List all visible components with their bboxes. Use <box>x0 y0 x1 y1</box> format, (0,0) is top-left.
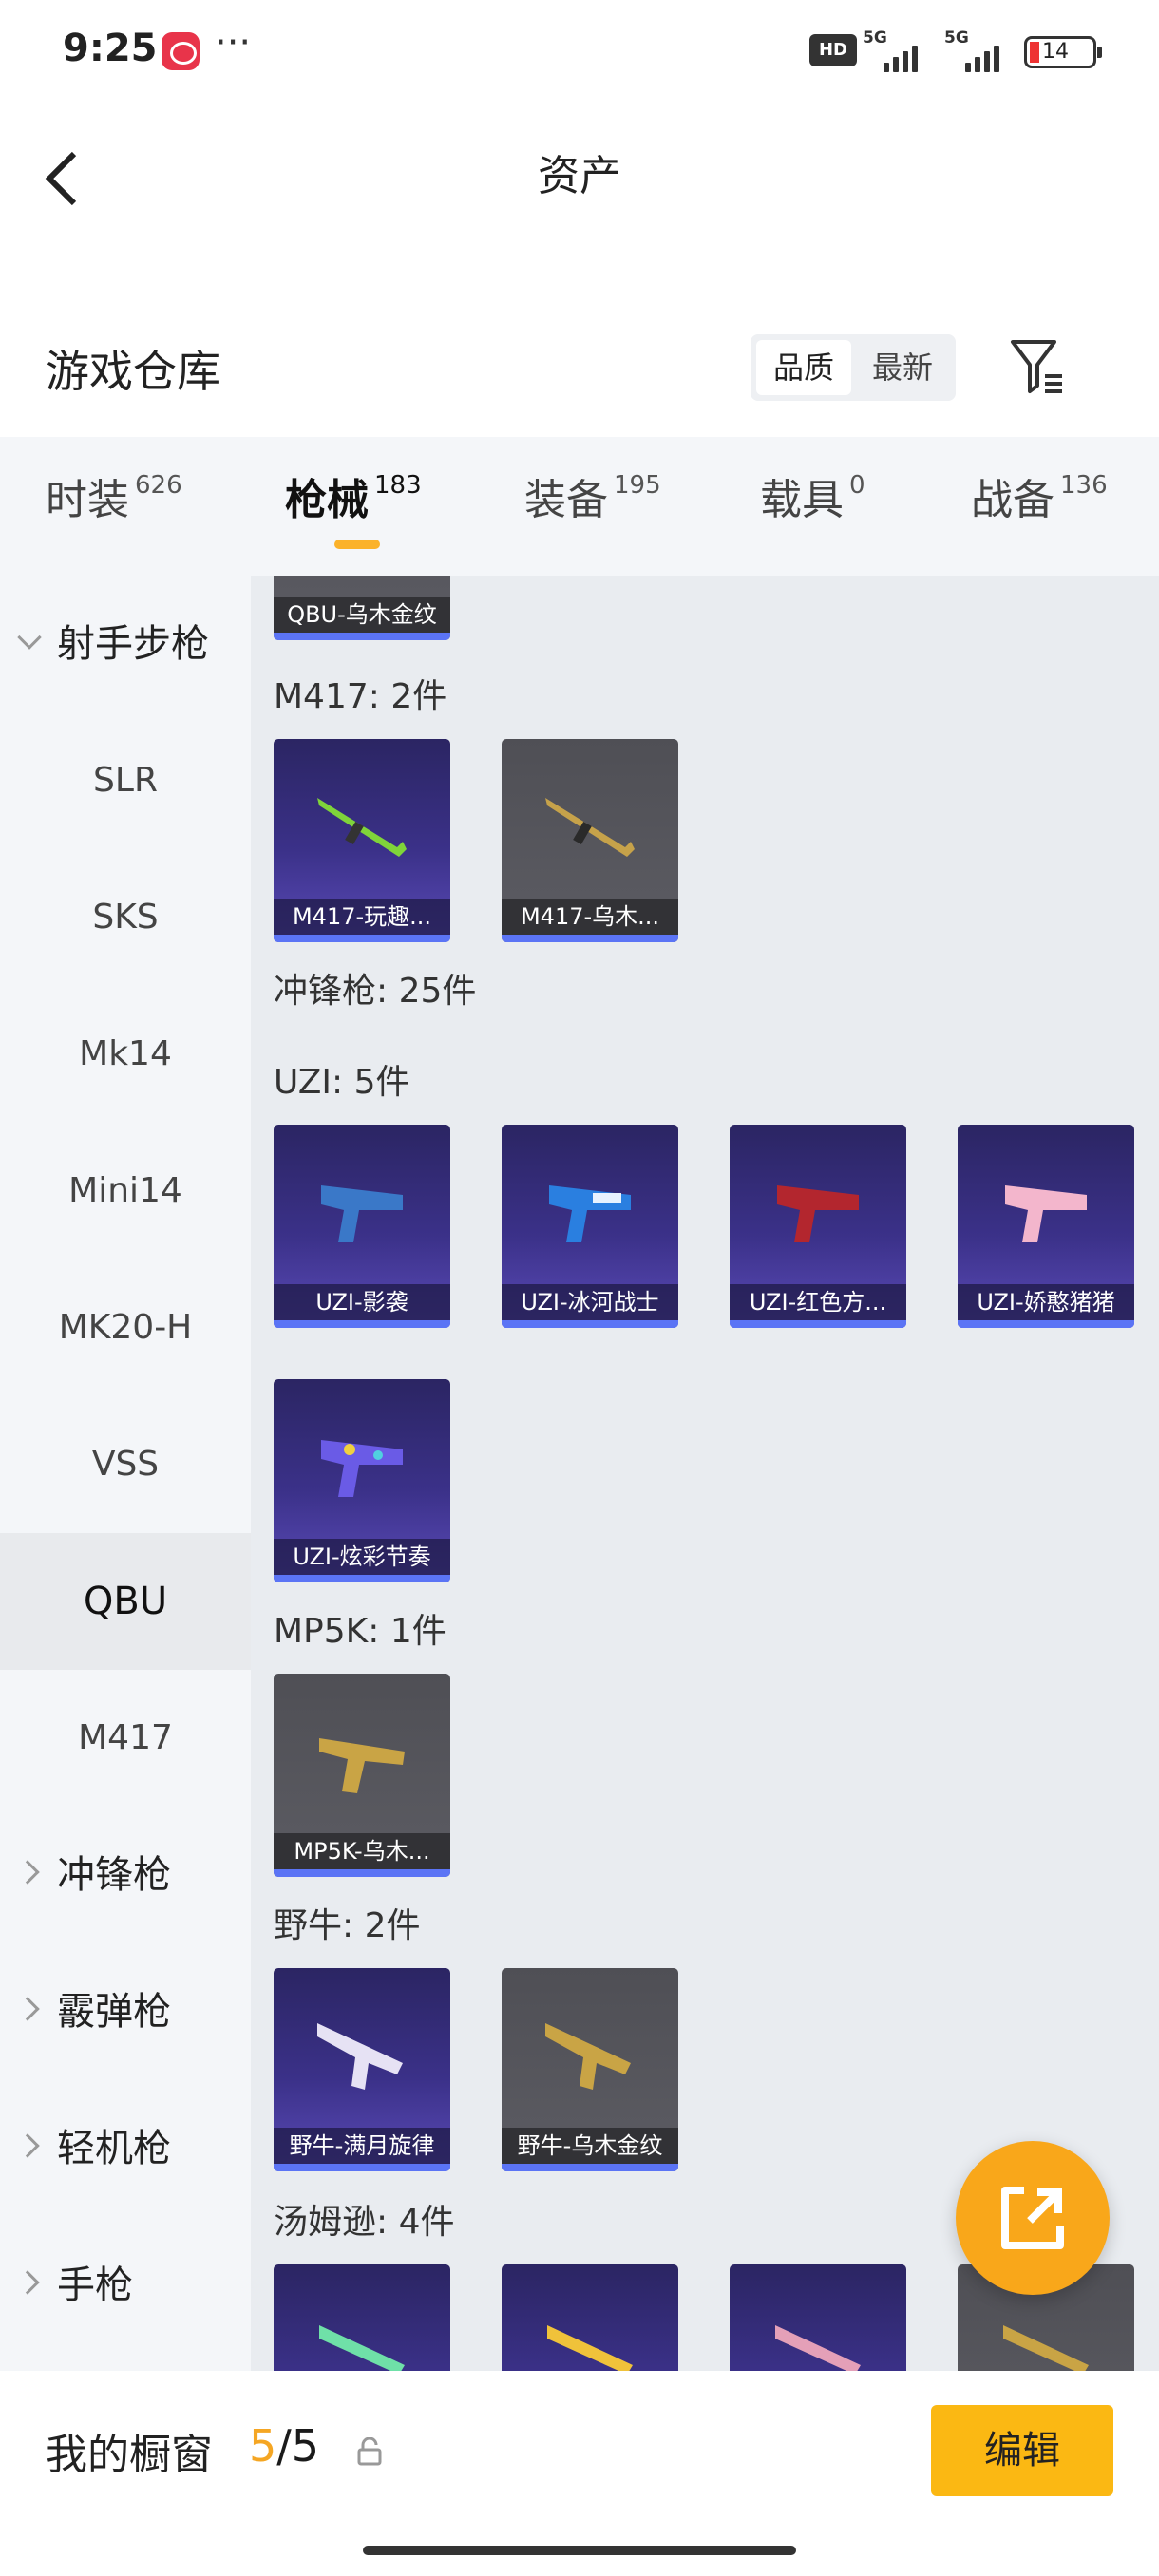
group-label-uzi: UZI: 5件 <box>274 1063 410 1102</box>
showcase-label: 我的橱窗 <box>46 2431 213 2479</box>
item-card[interactable]: 野牛-满月旋律 <box>274 1968 450 2171</box>
share-button[interactable] <box>956 2141 1110 2295</box>
item-card[interactable]: UZI-红色方... <box>730 1125 906 1328</box>
smg-icon <box>549 1185 631 1242</box>
sidebar-group-pistol[interactable]: 手枪 <box>0 2217 251 2354</box>
sort-newest-button[interactable]: 最新 <box>855 340 950 395</box>
chevron-down-icon <box>17 625 42 650</box>
signal-icon-1 <box>884 28 918 72</box>
item-card[interactable] <box>730 2264 906 2371</box>
item-card[interactable]: UZI-冰河战士 <box>502 1125 678 1328</box>
item-list[interactable]: QBU-乌木金纹 M417: 2件 M417-玩趣... M417-乌木... … <box>251 576 1159 2371</box>
smg-icon <box>319 2325 405 2371</box>
filter-icon <box>1011 340 1062 393</box>
chevron-left-icon <box>45 151 77 206</box>
smg-icon <box>775 2325 861 2371</box>
item-card[interactable]: M417-乌木... <box>502 739 678 942</box>
item-card[interactable]: UZI-影袭 <box>274 1125 450 1328</box>
signal-icon-2 <box>965 28 999 72</box>
more-notifications-icon: ··· <box>215 21 252 65</box>
back-button[interactable] <box>42 142 99 218</box>
sidebar-item-sks[interactable]: SKS <box>0 849 251 986</box>
sort-toggle: 品质 最新 <box>750 334 956 401</box>
group-label-thompson: 汤姆逊: 4件 <box>274 2203 455 2242</box>
lock-icon <box>357 2436 382 2466</box>
page-title: 资产 <box>538 152 621 200</box>
smg-icon <box>545 2023 631 2090</box>
tab-vehicles[interactable]: 载具 0 <box>760 465 865 532</box>
tab-fashion[interactable]: 时装 626 <box>46 465 182 532</box>
battery-icon: 14 <box>1024 36 1102 68</box>
showcase-count: 5/5 <box>249 2420 320 2472</box>
sidebar-group-smg[interactable]: 冲锋枪 <box>0 1807 251 1943</box>
smg-icon <box>321 1185 403 1242</box>
sidebar-item-mk20h[interactable]: MK20-H <box>0 1260 251 1396</box>
chevron-right-icon <box>15 1860 40 1885</box>
group-label-mp5k: MP5K: 1件 <box>274 1612 446 1651</box>
sidebar-item-vss[interactable]: VSS <box>0 1396 251 1533</box>
warehouse-title: 游戏仓库 <box>46 346 220 397</box>
chevron-right-icon <box>15 1997 40 2021</box>
sidebar-item-mk14[interactable]: Mk14 <box>0 986 251 1123</box>
edit-button[interactable]: 编辑 <box>931 2405 1113 2496</box>
smg-icon <box>317 2023 403 2090</box>
share-icon <box>1001 2187 1064 2249</box>
sidebar: 射手步枪 SLR SKS Mk14 Mini14 MK20-H VSS QBU … <box>0 576 251 2371</box>
status-time: 9:25 <box>63 27 158 70</box>
group-label-bizon: 野牛: 2件 <box>274 1906 421 1945</box>
item-card[interactable]: UZI-娇憨猪猪 <box>958 1125 1134 1328</box>
status-bar: 9:25 ··· HD 5G 5G 14 <box>0 0 1159 104</box>
smg-icon <box>777 1185 859 1242</box>
item-card[interactable]: QBU-乌木金纹 <box>274 576 450 640</box>
active-tab-indicator <box>334 540 380 549</box>
item-card[interactable]: MP5K-乌木... <box>274 1674 450 1877</box>
group-label-m417: M417: 2件 <box>274 677 447 716</box>
sidebar-item-mini14[interactable]: Mini14 <box>0 1123 251 1260</box>
rifle-icon <box>317 798 407 857</box>
item-card[interactable] <box>502 2264 678 2371</box>
smg-icon <box>547 2325 633 2371</box>
sidebar-item-m417[interactable]: M417 <box>0 1670 251 1807</box>
smg-icon <box>1003 2325 1089 2371</box>
sort-quality-button[interactable]: 品质 <box>756 340 851 395</box>
home-indicator[interactable] <box>363 2546 796 2555</box>
smg-icon <box>319 1738 405 1793</box>
hd-voice-icon: HD <box>809 34 857 66</box>
chevron-right-icon <box>15 2270 40 2295</box>
item-card[interactable]: UZI-炫彩节奏 <box>274 1379 450 1582</box>
tab-equipment[interactable]: 装备 195 <box>524 465 661 532</box>
item-card[interactable]: M417-玩趣... <box>274 739 450 942</box>
sidebar-item-qbu[interactable]: QBU <box>0 1533 251 1670</box>
tab-guns[interactable]: 枪械 183 <box>285 465 422 532</box>
chevron-right-icon <box>15 2133 40 2158</box>
smg-icon <box>321 1440 403 1497</box>
tab-supplies[interactable]: 战备 136 <box>971 465 1108 532</box>
item-card[interactable] <box>274 2264 450 2371</box>
sidebar-item-slr[interactable]: SLR <box>0 712 251 849</box>
sidebar-group-shotgun[interactable]: 霰弹枪 <box>0 1943 251 2080</box>
sidebar-group-lmg[interactable]: 轻机枪 <box>0 2080 251 2217</box>
app-notification-icon <box>162 32 200 70</box>
group-label-smg: 冲锋枪: 25件 <box>274 972 477 1011</box>
item-card[interactable]: 野牛-乌木金纹 <box>502 1968 678 2171</box>
filter-button[interactable] <box>1007 336 1068 397</box>
smg-icon <box>1005 1185 1087 1242</box>
sidebar-group-marksman[interactable]: 射手步枪 <box>0 576 251 712</box>
rifle-icon <box>545 798 635 857</box>
